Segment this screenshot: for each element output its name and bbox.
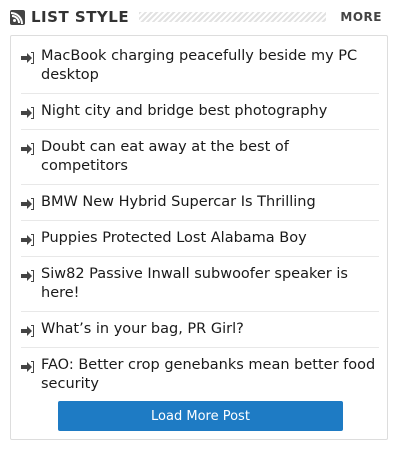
list-style-widget: LIST STYLE MORE MacBook charging peacefu… xyxy=(0,0,400,455)
list-item: Doubt can eat away at the best of compet… xyxy=(21,130,379,185)
sign-in-arrow-icon xyxy=(21,142,35,156)
post-list: MacBook charging peacefully beside my PC… xyxy=(21,39,379,402)
post-link[interactable]: Doubt can eat away at the best of compet… xyxy=(41,138,379,176)
post-link[interactable]: Siw82 Passive Inwall subwoofer speaker i… xyxy=(41,265,379,303)
list-item: Puppies Protected Lost Alabama Boy xyxy=(21,221,379,257)
list-item: FAO: Better crop genebanks mean better f… xyxy=(21,348,379,402)
sign-in-arrow-icon xyxy=(21,324,35,338)
sign-in-arrow-icon xyxy=(21,360,35,374)
widget-header: LIST STYLE MORE xyxy=(10,6,382,28)
load-more-button[interactable]: Load More Post xyxy=(58,401,343,431)
sign-in-arrow-icon xyxy=(21,233,35,247)
more-link[interactable]: MORE xyxy=(340,10,382,24)
post-link[interactable]: BMW New Hybrid Supercar Is Thrilling xyxy=(41,193,316,212)
post-link[interactable]: Puppies Protected Lost Alabama Boy xyxy=(41,229,307,248)
post-link[interactable]: MacBook charging peacefully beside my PC… xyxy=(41,47,379,85)
rss-icon xyxy=(10,9,25,25)
widget-title: LIST STYLE xyxy=(31,8,130,26)
post-link[interactable]: What’s in your bag, PR Girl? xyxy=(41,320,244,339)
list-item: Night city and bridge best photography xyxy=(21,94,379,130)
post-link[interactable]: FAO: Better crop genebanks mean better f… xyxy=(41,356,379,394)
list-item: MacBook charging peacefully beside my PC… xyxy=(21,39,379,94)
post-list-box: MacBook charging peacefully beside my PC… xyxy=(10,35,388,440)
sign-in-arrow-icon xyxy=(21,197,35,211)
sign-in-arrow-icon xyxy=(21,51,35,65)
header-divider xyxy=(139,12,327,22)
sign-in-arrow-icon xyxy=(21,106,35,120)
post-link[interactable]: Night city and bridge best photography xyxy=(41,102,327,121)
sign-in-arrow-icon xyxy=(21,269,35,283)
list-item: BMW New Hybrid Supercar Is Thrilling xyxy=(21,185,379,221)
list-item: What’s in your bag, PR Girl? xyxy=(21,312,379,348)
list-item: Siw82 Passive Inwall subwoofer speaker i… xyxy=(21,257,379,312)
